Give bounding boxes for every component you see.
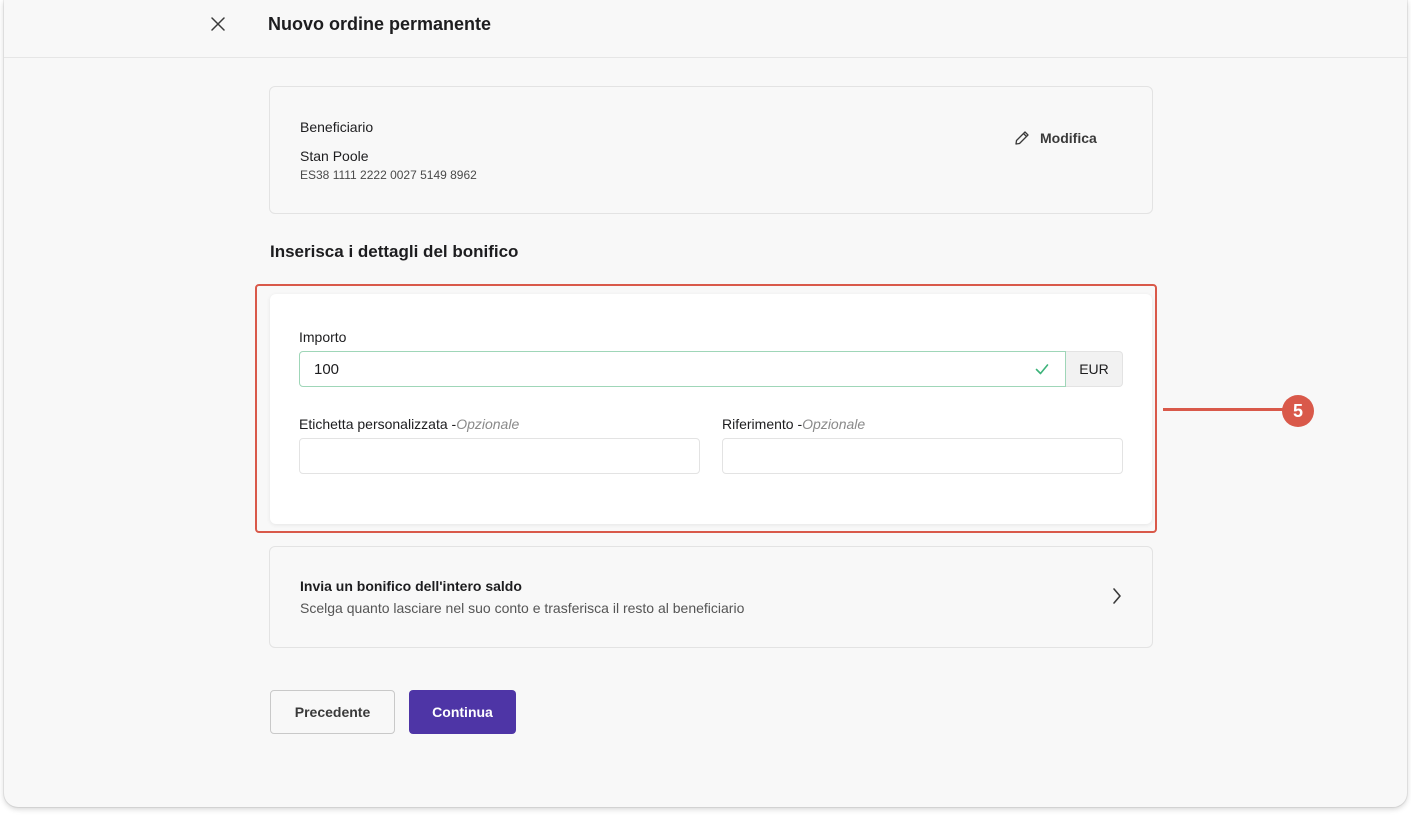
- full-balance-title: Invia un bonifico dell'intero saldo: [300, 578, 522, 594]
- close-button[interactable]: [206, 12, 230, 36]
- edit-label: Modifica: [1040, 130, 1097, 146]
- chevron-right-icon: [1113, 588, 1121, 604]
- pencil-icon: [1015, 131, 1029, 145]
- header: Nuovo ordine permanente: [4, 0, 1407, 58]
- full-balance-option[interactable]: Invia un bonifico dell'intero saldo Scel…: [269, 546, 1153, 648]
- page-title: Nuovo ordine permanente: [268, 14, 492, 34]
- previous-button[interactable]: Precedente: [270, 690, 395, 734]
- beneficiary-label: Beneficiario: [300, 119, 374, 135]
- beneficiary-name: Stan Poole: [300, 148, 369, 164]
- beneficiary-iban: ES38 1111 2222 0027 5149 8962: [300, 168, 477, 182]
- close-icon: [211, 17, 225, 31]
- edit-beneficiary-button[interactable]: Modifica: [1014, 127, 1097, 149]
- annotation-highlight-box: [255, 284, 1157, 533]
- section-title: Inserisca i dettagli del bonifico: [270, 242, 519, 261]
- annotation-connector: [1163, 408, 1283, 411]
- annotation-badge: 5: [1282, 395, 1314, 427]
- beneficiary-card: Beneficiario Stan Poole ES38 1111 2222 0…: [269, 86, 1153, 214]
- full-balance-description: Scelga quanto lasciare nel suo conto e t…: [300, 600, 745, 616]
- continue-button[interactable]: Continua: [409, 690, 516, 734]
